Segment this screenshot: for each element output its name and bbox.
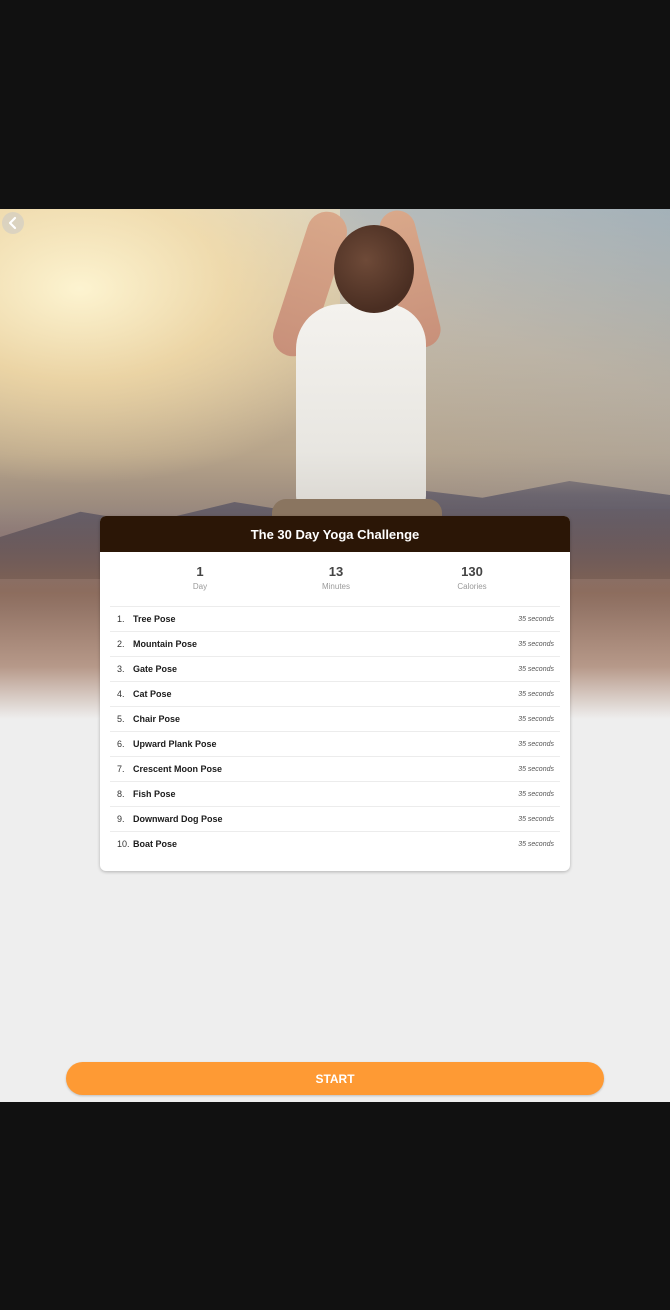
pose-number: 1.	[117, 614, 125, 624]
bottom-letterbox	[0, 1102, 670, 1310]
pose-name: Tree Pose	[133, 614, 176, 624]
pose-number: 10.	[117, 839, 130, 849]
stat-label: Minutes	[321, 582, 350, 591]
pose-number: 4.	[117, 689, 125, 699]
stat-day: 1 Day	[170, 564, 230, 606]
stats-row: 1 Day 13 Minutes 130 Calories	[100, 552, 570, 606]
pose-number: 5.	[117, 714, 125, 724]
pose-name: Chair Pose	[133, 714, 181, 724]
app-screen: The 30 Day Yoga Challenge 1 Day 13 Minut…	[0, 209, 670, 1102]
stat-calories: 130 Calories	[442, 564, 502, 606]
pose-name: Gate Pose	[133, 664, 178, 674]
stat-value: 130	[461, 564, 483, 579]
card-title: The 30 Day Yoga Challenge	[250, 526, 420, 542]
pose-name: Cat Pose	[133, 689, 172, 699]
pose-number: 8.	[117, 789, 125, 799]
pose-duration: 35 seconds	[518, 690, 554, 698]
stat-minutes: 13 Minutes	[306, 564, 366, 606]
pose-list-item[interactable]: 4. Cat Pose 35 seconds	[110, 681, 560, 706]
pose-duration: 35 seconds	[518, 790, 554, 798]
pose-name: Crescent Moon Pose	[133, 764, 223, 774]
pose-number: 3.	[117, 664, 125, 674]
pose-list-item[interactable]: 9. Downward Dog Pose 35 seconds	[110, 806, 560, 831]
pose-duration: 35 seconds	[518, 715, 554, 723]
pose-list-item[interactable]: 2. Mountain Pose 35 seconds	[110, 631, 560, 656]
hero-figure	[296, 304, 426, 514]
top-letterbox	[0, 0, 670, 209]
challenge-card: The 30 Day Yoga Challenge 1 Day 13 Minut…	[100, 516, 570, 871]
pose-list-item[interactable]: 10. Boat Pose 35 seconds	[110, 831, 560, 856]
stat-value: 13	[328, 564, 344, 579]
pose-duration: 35 seconds	[518, 665, 554, 673]
pose-duration: 35 seconds	[518, 615, 554, 623]
stat-label: Calories	[457, 582, 487, 591]
start-button[interactable]: START	[66, 1062, 604, 1095]
stat-label: Day	[192, 582, 208, 591]
chevron-left-icon	[8, 216, 17, 230]
pose-duration: 35 seconds	[518, 815, 554, 823]
pose-list-item[interactable]: 6. Upward Plank Pose 35 seconds	[110, 731, 560, 756]
pose-number: 6.	[117, 739, 125, 749]
pose-name: Upward Plank Pose	[133, 739, 217, 749]
pose-number: 9.	[117, 814, 125, 824]
pose-number: 7.	[117, 764, 125, 774]
pose-list-item[interactable]: 5. Chair Pose 35 seconds	[110, 706, 560, 731]
pose-list-item[interactable]: 1. Tree Pose 35 seconds	[110, 606, 560, 631]
pose-list-item[interactable]: 3. Gate Pose 35 seconds	[110, 656, 560, 681]
hero-figure-head	[334, 225, 414, 313]
pose-duration: 35 seconds	[518, 840, 554, 848]
card-header: The 30 Day Yoga Challenge	[100, 516, 570, 552]
pose-name: Mountain Pose	[133, 639, 198, 649]
pose-duration: 35 seconds	[518, 740, 554, 748]
pose-name: Downward Dog Pose	[133, 814, 223, 824]
stat-value: 1	[196, 564, 204, 579]
pose-list-item[interactable]: 7. Crescent Moon Pose 35 seconds	[110, 756, 560, 781]
pose-duration: 35 seconds	[518, 765, 554, 773]
pose-name: Boat Pose	[133, 839, 178, 849]
pose-name: Fish Pose	[133, 789, 176, 799]
pose-list: 1. Tree Pose 35 seconds 2. Mountain Pose…	[100, 606, 570, 856]
back-button[interactable]	[2, 212, 24, 234]
pose-number: 2.	[117, 639, 125, 649]
pose-duration: 35 seconds	[518, 640, 554, 648]
pose-list-item[interactable]: 8. Fish Pose 35 seconds	[110, 781, 560, 806]
